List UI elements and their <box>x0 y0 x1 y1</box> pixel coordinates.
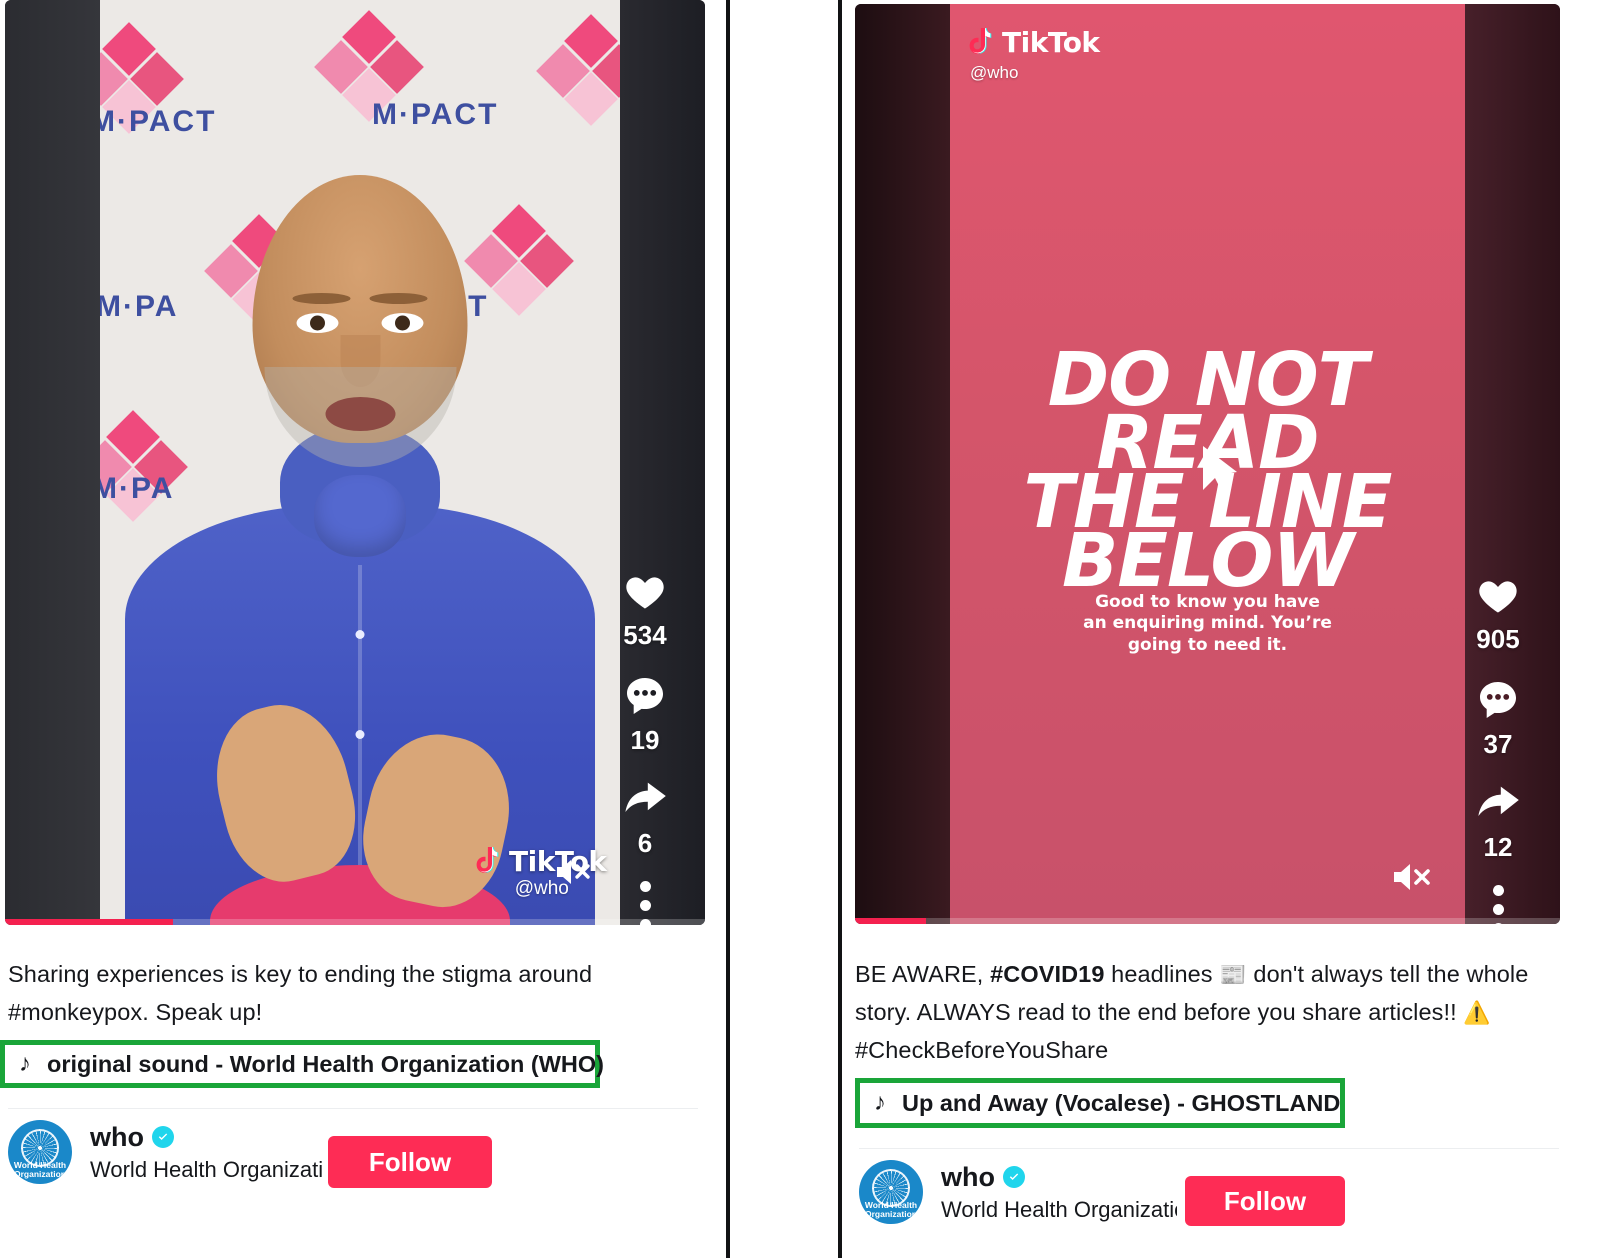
share-count: 12 <box>1483 832 1513 862</box>
divider-line <box>8 1108 698 1109</box>
tiktok-wordmark: TikTok <box>1002 26 1100 59</box>
mouse-cursor-icon <box>1198 444 1244 502</box>
like-count: 534 <box>623 620 667 650</box>
video-player-right[interactable]: TikTok @who DO NOT READ THE LINE BELOW G… <box>855 4 1560 924</box>
backdrop-wordmark: M·PA <box>100 290 179 323</box>
video-progress-bar-left[interactable] <box>5 919 705 925</box>
heart-icon <box>1479 581 1517 613</box>
tiktok-note-icon <box>475 846 501 877</box>
share-button[interactable]: 6 <box>621 778 669 859</box>
video-progress-bar-right[interactable] <box>855 918 1560 924</box>
backdrop-wordmark: M·PA <box>100 472 175 505</box>
share-icon <box>625 782 666 812</box>
letterbox-left <box>855 4 950 924</box>
video-progress-fill <box>855 918 926 924</box>
tiktok-header-right: TikTok @who <box>968 26 1100 83</box>
mute-button-left[interactable] <box>553 855 595 889</box>
video-progress-fill <box>5 919 173 925</box>
author-row-right: World Health Organization who World Heal… <box>859 1160 1177 1224</box>
caption-hashtag-checkbefore[interactable]: #CheckBeforeYouShare <box>855 1037 1108 1063</box>
like-count: 905 <box>1476 624 1520 654</box>
poster-subtext-line1: Good to know you have <box>1095 592 1320 612</box>
warning-emoji-icon: ⚠️ <box>1463 1000 1491 1026</box>
caption-line-2-rest: . Speak up! <box>142 999 263 1026</box>
caption-line-1: Sharing experiences is key to ending the… <box>8 961 593 987</box>
ellipsis-icon <box>639 881 651 892</box>
ellipsis-icon <box>1492 904 1504 915</box>
comment-icon <box>626 677 664 715</box>
video-player-left[interactable]: M·PACT M·PACT M·PA M·PACT M·PA <box>5 0 705 925</box>
author-handle[interactable]: who <box>90 1122 144 1153</box>
poster-subtext-line3: going to need it. <box>1127 634 1288 655</box>
caption-hashtag[interactable]: #monkeypox <box>8 999 142 1025</box>
post-caption-left: Sharing experiences is key to ending the… <box>8 955 628 1031</box>
mute-button-right[interactable] <box>1390 859 1434 895</box>
poster-subtext-line2: an enquiring mind. You’re <box>1083 613 1332 634</box>
avatar-text-line2: Organization <box>865 1209 917 1220</box>
comment-button[interactable]: 19 <box>622 673 668 756</box>
caption-seg-3: headlines <box>1104 961 1220 987</box>
panel-divider-middle <box>726 0 730 1258</box>
tiktok-post-left: M·PACT M·PACT M·PA M·PACT M·PA <box>0 0 710 1258</box>
letterbox-left <box>5 0 100 925</box>
divider-line <box>859 1148 1559 1149</box>
comment-icon <box>1479 681 1517 719</box>
avatar[interactable]: World Health Organization <box>8 1120 72 1184</box>
panel-divider-right <box>838 0 842 1258</box>
like-button[interactable]: 905 <box>1474 574 1522 655</box>
follow-button-left[interactable]: Follow <box>328 1136 492 1188</box>
tiktok-note-icon <box>968 27 994 58</box>
avatar-text-line2: Organization <box>14 1169 66 1180</box>
avatar[interactable]: World Health Organization <box>859 1160 923 1224</box>
share-icon <box>1478 786 1519 816</box>
interaction-rail-right: 905 37 12 <box>1468 574 1528 924</box>
music-info-left[interactable]: ♪ original sound - World Health Organiza… <box>0 1040 604 1088</box>
verified-badge-icon <box>152 1126 174 1148</box>
heart-icon <box>626 577 664 609</box>
share-button[interactable]: 12 <box>1474 782 1522 863</box>
backdrop-wordmark: M·PACT <box>100 105 217 138</box>
mute-icon <box>1394 864 1430 890</box>
author-handle[interactable]: who <box>941 1162 995 1193</box>
music-note-icon: ♪ <box>19 1050 31 1077</box>
caption-hashtag-covid19[interactable]: #COVID19 <box>990 961 1104 987</box>
caption-seg-1: BE AWARE, <box>855 961 991 987</box>
backdrop-wordmark: M·PACT <box>372 98 499 131</box>
ellipsis-icon <box>1492 885 1504 896</box>
mute-icon <box>557 860 590 884</box>
comment-count: 37 <box>1483 729 1513 759</box>
interaction-rail-left: 534 19 6 <box>615 570 675 925</box>
verified-badge-icon <box>1003 1166 1025 1188</box>
speaker-figure <box>125 175 595 925</box>
author-display-name: World Health Organizatio <box>941 1196 1177 1222</box>
author-display-name: World Health Organizatio <box>90 1156 322 1182</box>
ellipsis-icon <box>639 900 651 911</box>
tiktok-header-handle: @who <box>970 63 1019 82</box>
video-frame-content-left: M·PACT M·PACT M·PA M·PACT M·PA <box>100 0 620 925</box>
newspaper-emoji-icon: 📰 <box>1219 962 1247 987</box>
tiktok-post-right: TikTok @who DO NOT READ THE LINE BELOW G… <box>845 0 1585 1258</box>
follow-button-right[interactable]: Follow <box>1185 1176 1345 1226</box>
comment-button[interactable]: 37 <box>1475 677 1521 760</box>
music-title: original sound - World Health Organizati… <box>47 1050 605 1077</box>
post-caption-right: BE AWARE, #COVID19 headlines 📰 don't alw… <box>855 955 1555 1069</box>
comment-count: 19 <box>630 725 660 755</box>
poster-subtext: Good to know you have an enquiring mind.… <box>950 592 1465 656</box>
video-frame-content-right: TikTok @who DO NOT READ THE LINE BELOW G… <box>950 4 1465 924</box>
author-row-left: World Health Organization who World Heal… <box>8 1120 322 1184</box>
music-note-icon: ♪ <box>874 1089 886 1116</box>
share-count: 6 <box>637 828 653 858</box>
screenshot-root: M·PACT M·PACT M·PA M·PACT M·PA <box>0 0 1600 1258</box>
music-title: Up and Away (Vocalese) - GHOSTLAND <box>902 1089 1341 1116</box>
music-info-right[interactable]: ♪ Up and Away (Vocalese) - GHOSTLAND <box>855 1078 1345 1128</box>
like-button[interactable]: 534 <box>621 570 669 651</box>
